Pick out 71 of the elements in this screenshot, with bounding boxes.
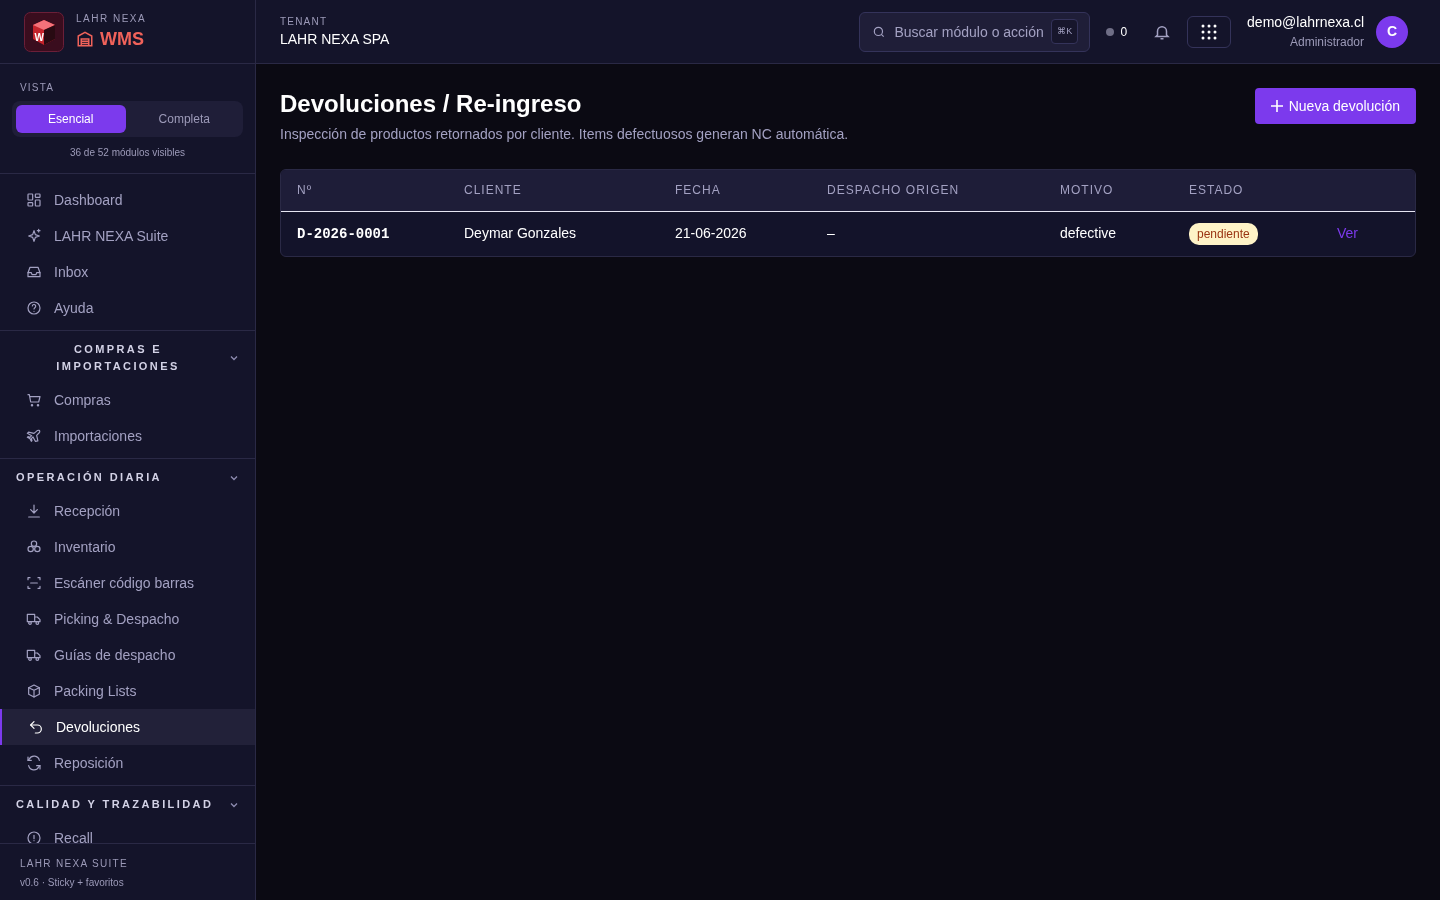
nav-item[interactable]: Packing Lists — [0, 673, 255, 709]
view-tab[interactable]: Completa — [129, 105, 239, 133]
chevron-icon[interactable] — [229, 353, 239, 363]
grid-icon — [1201, 23, 1218, 40]
brand-overline: LAHR NEXA — [76, 11, 147, 26]
column-header: DESPACHO ORIGEN — [827, 170, 1060, 211]
new-return-button[interactable]: Nueva devolución — [1254, 88, 1416, 124]
section-heading: CALIDAD Y TRAZABILIDAD — [16, 797, 214, 812]
table-cell: Deymar Gonzales — [464, 225, 577, 242]
nav-item[interactable]: Inbox — [0, 254, 255, 290]
refresh-icon — [26, 755, 42, 771]
column-header: CLIENTE — [464, 170, 675, 211]
inbox-icon — [26, 264, 42, 280]
package-icon — [26, 683, 42, 699]
table-cell: 21-06-2026 — [675, 225, 747, 242]
nav-item[interactable]: Devoluciones — [0, 709, 255, 745]
nav-item[interactable]: Importaciones — [0, 418, 255, 454]
table-cell: – — [827, 225, 835, 242]
version-text: v0.6 · Sticky + favoritos — [20, 876, 125, 890]
truck-icon — [26, 611, 42, 627]
warehouse-icon — [76, 30, 94, 48]
apps-button[interactable] — [1187, 15, 1232, 48]
nav-item[interactable]: Escáner código barras — [0, 565, 255, 601]
table-cell: defective — [1060, 225, 1117, 242]
nav-item[interactable]: Reposición — [0, 745, 255, 781]
user-email: demo@lahrnexa.cl — [1247, 13, 1364, 32]
tenant-label: TENANT — [280, 14, 329, 29]
truck-icon — [26, 647, 42, 663]
page-subtitle: Inspección de productos retornados por cliente. Items defectuosos generan NC automática. — [280, 125, 849, 144]
app-title: WMS — [100, 27, 144, 51]
nav-item[interactable]: Inventario — [0, 529, 255, 565]
nav-item[interactable]: Ayuda — [0, 290, 255, 326]
user-avatar[interactable]: C — [1376, 15, 1408, 48]
help-icon — [26, 300, 42, 316]
nav-item[interactable]: Picking & Despacho — [0, 601, 255, 637]
sparkle-icon — [26, 228, 42, 244]
nav-item[interactable]: LAHR NEXA Suite — [0, 218, 255, 254]
user-role: Administrador — [1288, 34, 1364, 51]
undo-icon — [28, 719, 44, 735]
section-heading: COMPRAS E IMPORTACIONES — [55, 342, 181, 374]
nav-item[interactable]: Recepción — [0, 493, 255, 529]
scan-icon — [26, 575, 42, 591]
download-icon — [26, 503, 42, 519]
plane-icon — [26, 428, 42, 444]
view-tab[interactable]: Esencial — [16, 105, 126, 133]
nav-item[interactable]: Recall — [0, 820, 255, 843]
plus-icon — [1270, 100, 1283, 112]
footer-title: LAHR NEXA SUITE — [20, 857, 129, 871]
section-heading: OPERACIÓN DIARIA — [16, 470, 162, 485]
tenant-name: LAHR NEXA SPA — [280, 29, 390, 49]
alert-icon — [26, 830, 42, 843]
shortcut-key: ⌘K — [1051, 18, 1079, 44]
nav-item[interactable]: Dashboard — [0, 182, 255, 218]
column-header: FECHA — [675, 170, 827, 211]
module-count: 36 de 52 módulos visibles — [68, 146, 187, 160]
status-tag: pendiente — [1189, 222, 1258, 245]
nav-item[interactable]: Guías de despacho — [0, 637, 255, 673]
column-header: ESTADO — [1189, 170, 1337, 211]
section-label: VISTA — [19, 81, 55, 95]
status-dot — [1106, 27, 1115, 36]
column-header: Nº — [281, 170, 464, 211]
dashboard-icon — [26, 192, 42, 208]
status-count: 0 — [1120, 23, 1128, 41]
search-icon — [872, 24, 887, 39]
cube-logo-icon: W — [24, 11, 64, 52]
nav-item[interactable]: Compras — [0, 382, 255, 418]
column-header: MOTIVO — [1060, 170, 1189, 211]
cart-icon — [26, 392, 42, 408]
boxes-icon — [26, 539, 42, 555]
page-title: Devoluciones / Re-ingreso — [280, 89, 583, 119]
table-cell: D-2026-0001 — [297, 225, 390, 242]
